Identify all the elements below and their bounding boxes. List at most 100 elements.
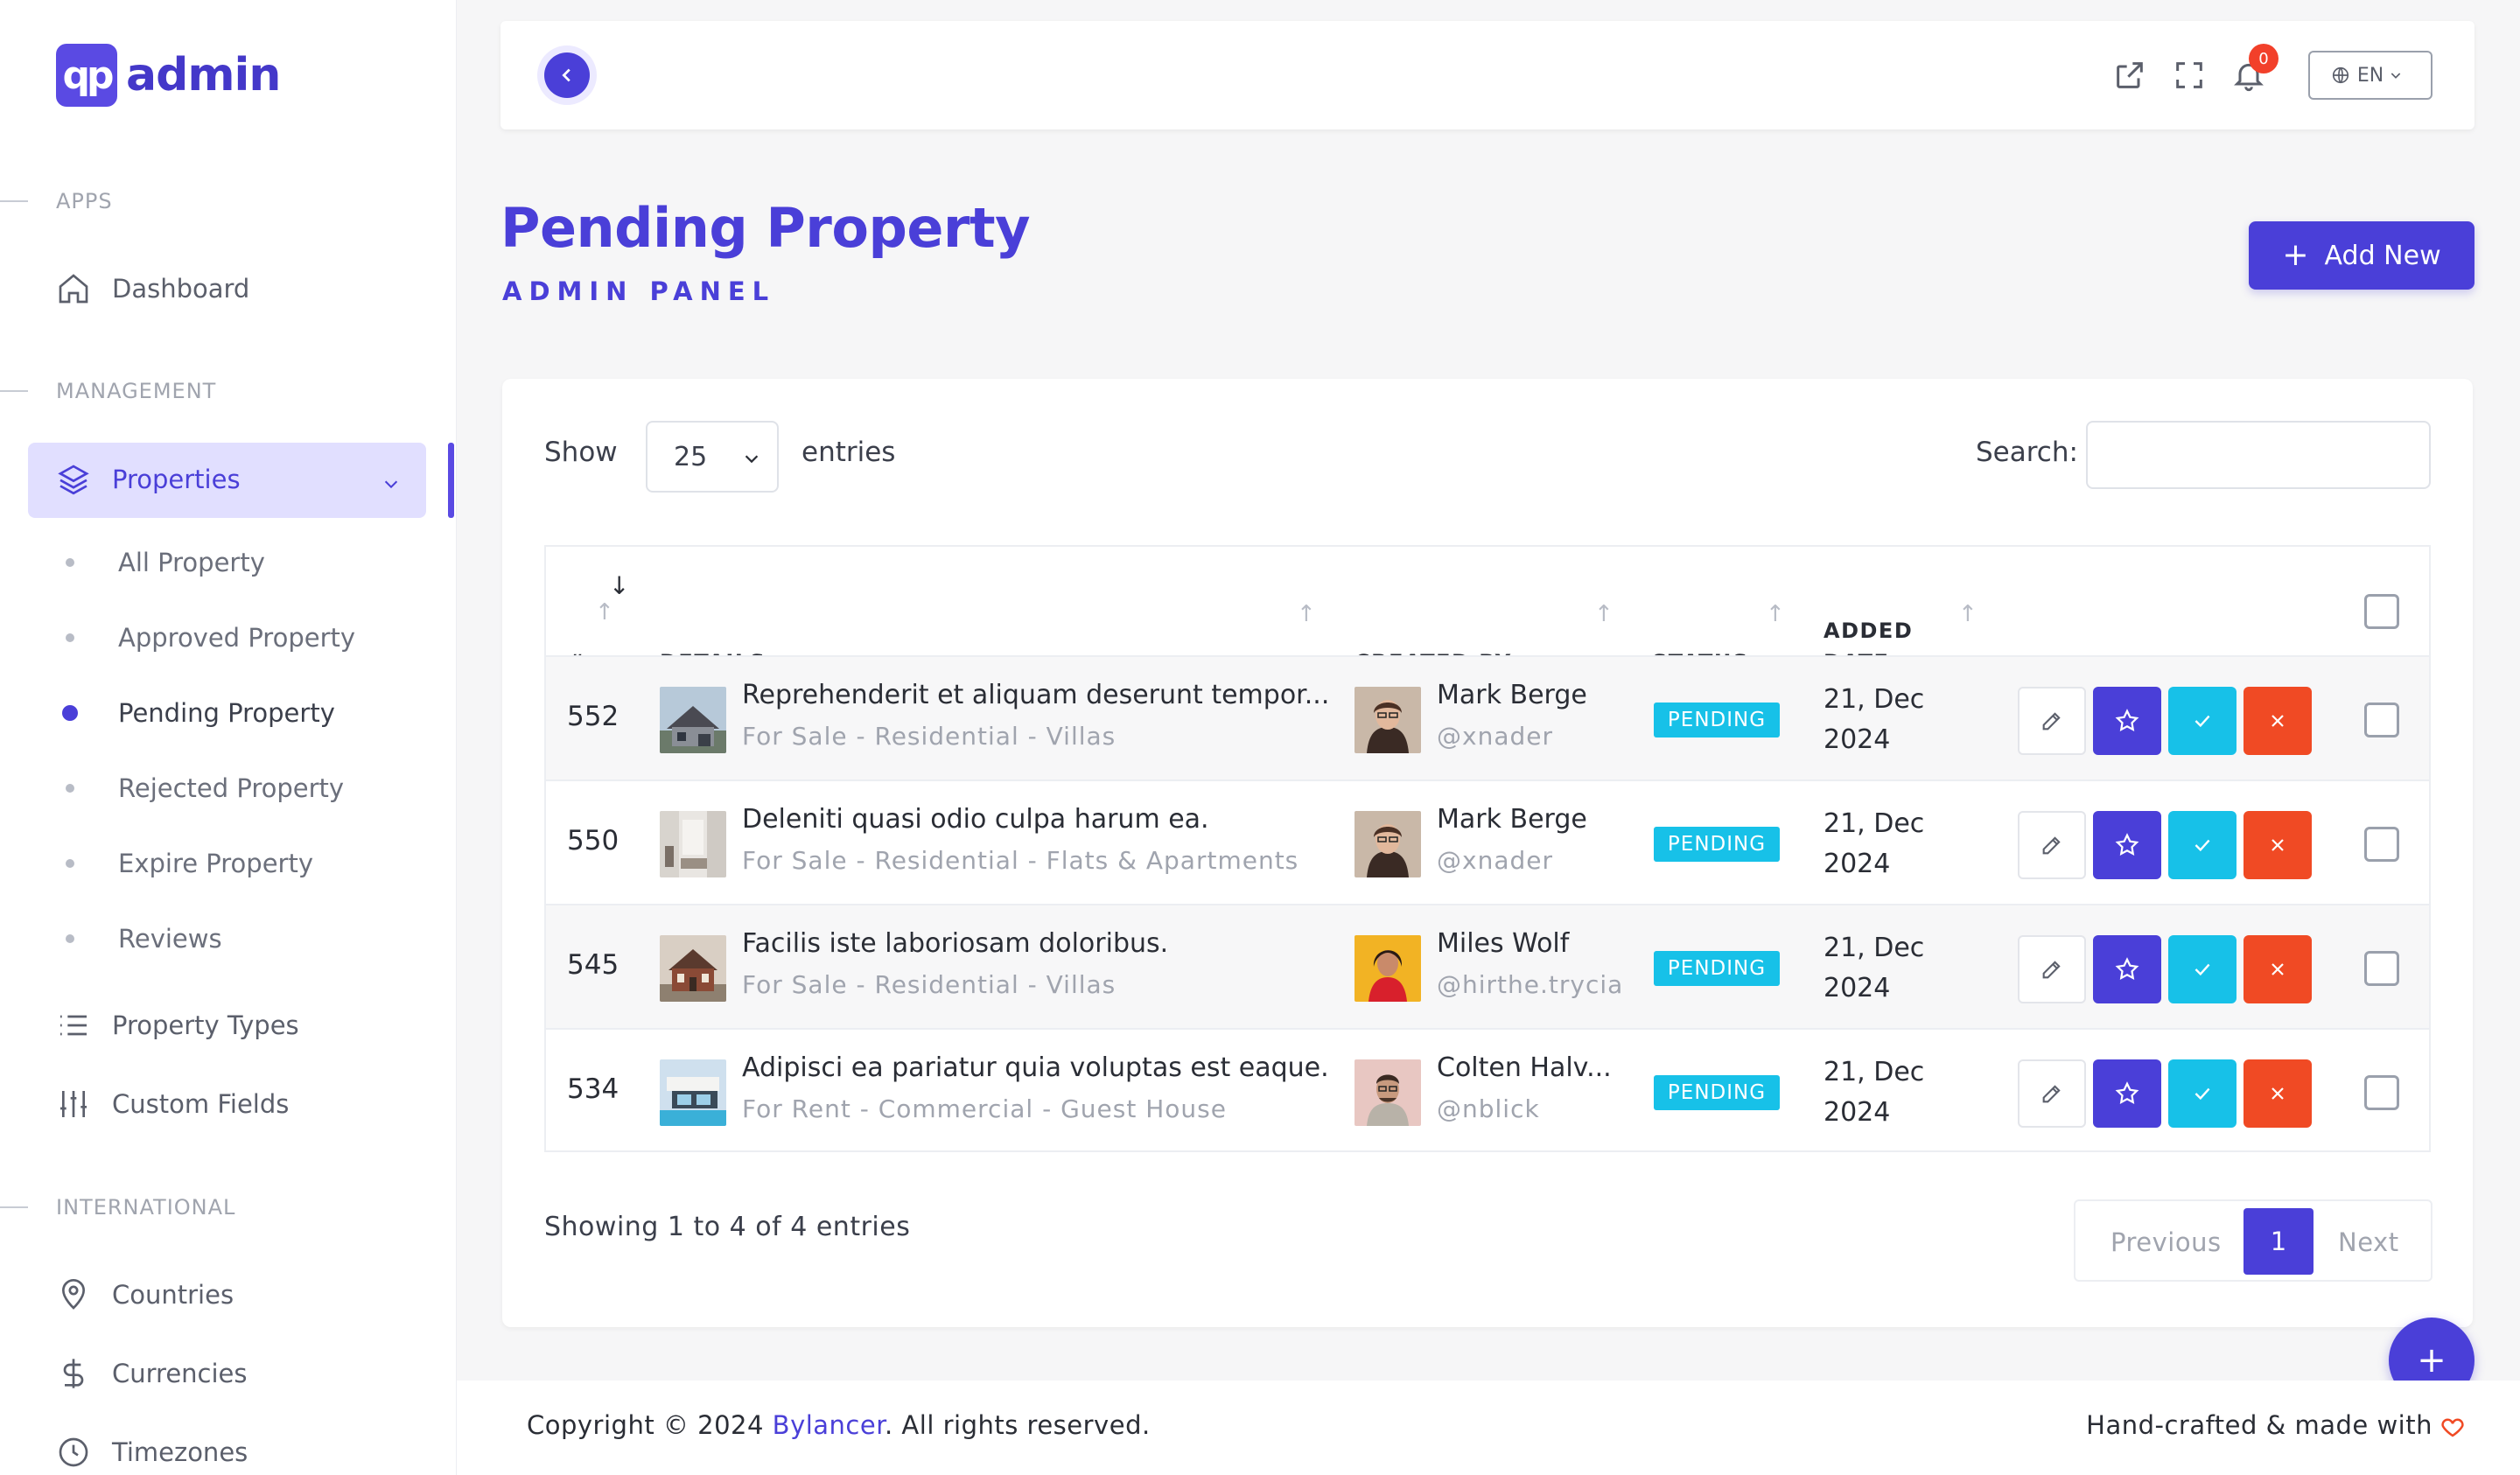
creator-name: Miles Wolf [1437, 928, 1570, 959]
properties-table: # ↓ ↑ DETAILS ↑ CREATED BY ↑ STATUS ↑ AD… [544, 545, 2431, 1152]
sidebar-subitem-pending-property[interactable]: Pending Property [56, 698, 335, 728]
avatar [1354, 687, 1421, 753]
made-with-text: Hand-crafted & made with [2086, 1410, 2432, 1440]
external-link-icon[interactable] [2112, 58, 2147, 93]
property-thumbnail[interactable] [660, 811, 726, 877]
property-thumbnail[interactable] [660, 935, 726, 1002]
sidebar-subitem-label: Expire Property [118, 849, 314, 878]
property-title[interactable]: Adipisci ea pariatur quia voluptas est e… [742, 1052, 1329, 1083]
row-checkbox[interactable] [2364, 951, 2399, 986]
sidebar-item-label: Properties [112, 465, 241, 494]
sidebar-item-currencies[interactable]: Currencies [56, 1356, 248, 1391]
plus-icon: + [2282, 237, 2309, 273]
column-header-added-date[interactable]: ADDED [1824, 619, 1913, 643]
map-pin-icon [61, 1279, 86, 1310]
reject-button[interactable] [2244, 935, 2312, 1003]
row-checkbox[interactable] [2364, 1075, 2399, 1110]
sidebar-subitem-approved-property[interactable]: Approved Property [56, 623, 355, 653]
logo[interactable]: qp admin [56, 44, 281, 107]
reject-button[interactable] [2244, 687, 2312, 755]
row-id: 534 [567, 1073, 620, 1105]
check-icon [2194, 839, 2210, 852]
sidebar-subitem-expire-property[interactable]: Expire Property [56, 849, 313, 878]
language-dropdown[interactable]: EN [2308, 51, 2432, 100]
edit-button[interactable] [2018, 687, 2086, 755]
sidebar-item-custom-fields[interactable]: Custom Fields [56, 1087, 289, 1122]
entries-label: entries [802, 437, 896, 468]
table-info: Showing 1 to 4 of 4 entries [544, 1212, 911, 1242]
feature-button[interactable] [2093, 935, 2161, 1003]
layers-icon [58, 465, 89, 495]
sidebar-item-timezones[interactable]: Timezones [56, 1435, 248, 1470]
sidebar-item-dashboard[interactable]: Dashboard [56, 271, 249, 306]
sidebar-subitem-reviews[interactable]: Reviews [56, 924, 222, 954]
property-thumbnail[interactable] [660, 1059, 726, 1126]
creator-photo [1354, 1059, 1421, 1126]
sidebar-item-property-types[interactable]: Property Types [56, 1008, 299, 1043]
star-icon [2115, 957, 2139, 980]
row-checkbox[interactable] [2364, 827, 2399, 862]
approve-button[interactable] [2168, 1059, 2236, 1128]
close-icon [2272, 1087, 2284, 1100]
sidebar-item-properties[interactable]: Properties [56, 462, 406, 497]
pagination-previous[interactable]: Previous [2110, 1227, 2222, 1257]
sidebar-subitem-rejected-property[interactable]: Rejected Property [56, 773, 344, 803]
approve-button[interactable] [2168, 687, 2236, 755]
sidebar-item-countries[interactable]: Countries [56, 1277, 234, 1312]
sidebar-item-label: Currencies [112, 1359, 248, 1388]
property-title[interactable]: Facilis iste laboriosam doloribus. [742, 928, 1168, 959]
approve-button[interactable] [2168, 811, 2236, 879]
edit-icon [2042, 836, 2061, 855]
creator-photo [1354, 811, 1421, 877]
added-date-day: 21, Dec [1824, 933, 1925, 963]
table-row: 545 Facilis iste laboriosam doloribus. F… [546, 904, 2429, 1028]
page-length-select[interactable]: 25 [646, 421, 779, 493]
status-badge: PENDING [1654, 703, 1780, 738]
property-category: For Sale - Residential - Villas [742, 970, 1116, 999]
creator-name: Colten Halv... [1437, 1052, 1612, 1083]
property-thumbnail[interactable] [660, 687, 726, 753]
brand-link[interactable]: Bylancer [773, 1410, 885, 1440]
fullscreen-icon[interactable] [2172, 58, 2207, 93]
language-label: EN [2356, 64, 2384, 87]
section-divider [0, 390, 28, 392]
edit-button[interactable] [2018, 1059, 2086, 1128]
feature-button[interactable] [2093, 811, 2161, 879]
sidebar-subitem-label: Rejected Property [118, 773, 345, 803]
pagination-page-1[interactable]: 1 [2244, 1208, 2314, 1275]
reject-button[interactable] [2244, 1059, 2312, 1128]
feature-button[interactable] [2093, 687, 2161, 755]
check-icon [2194, 963, 2210, 976]
heart-icon [2441, 1418, 2464, 1437]
page-title: Pending Property [500, 196, 1031, 260]
sidebar-subitem-all-property[interactable]: All Property [56, 548, 265, 577]
sort-icon: ↑ [1297, 601, 1316, 627]
search-label: Search: [1976, 437, 2078, 468]
approve-button[interactable] [2168, 935, 2236, 1003]
property-title[interactable]: Deleniti quasi odio culpa harum ea. [742, 804, 1209, 835]
bullet-icon [66, 859, 74, 868]
creator-name: Mark Berge [1437, 804, 1587, 835]
creator-handle: @xnader [1437, 846, 1553, 875]
property-category: For Sale - Residential - Villas [742, 722, 1116, 751]
feature-button[interactable] [2093, 1059, 2161, 1128]
edit-button[interactable] [2018, 811, 2086, 879]
select-all-checkbox[interactable] [2364, 594, 2399, 629]
property-title[interactable]: Reprehenderit et aliquam deserunt tempor… [742, 680, 1329, 710]
bullet-icon [62, 705, 78, 721]
added-date: 21, Dec 2024 [1824, 804, 1924, 884]
row-checkbox[interactable] [2364, 703, 2399, 738]
pagination-next[interactable]: Next [2338, 1227, 2399, 1257]
section-divider [0, 1206, 28, 1208]
page-length-value: 25 [674, 441, 708, 472]
sidebar-subitem-label: Reviews [118, 924, 222, 954]
search-input[interactable] [2086, 421, 2431, 489]
add-new-button[interactable]: + Add New [2249, 221, 2474, 290]
collapse-sidebar-button[interactable] [544, 52, 590, 98]
check-icon [2194, 1087, 2210, 1101]
reject-button[interactable] [2244, 811, 2312, 879]
edit-button[interactable] [2018, 935, 2086, 1003]
add-new-label: Add New [2324, 240, 2441, 271]
sidebar-item-label: Dashboard [112, 274, 250, 304]
copyright-suffix: . All rights reserved. [884, 1410, 1151, 1440]
